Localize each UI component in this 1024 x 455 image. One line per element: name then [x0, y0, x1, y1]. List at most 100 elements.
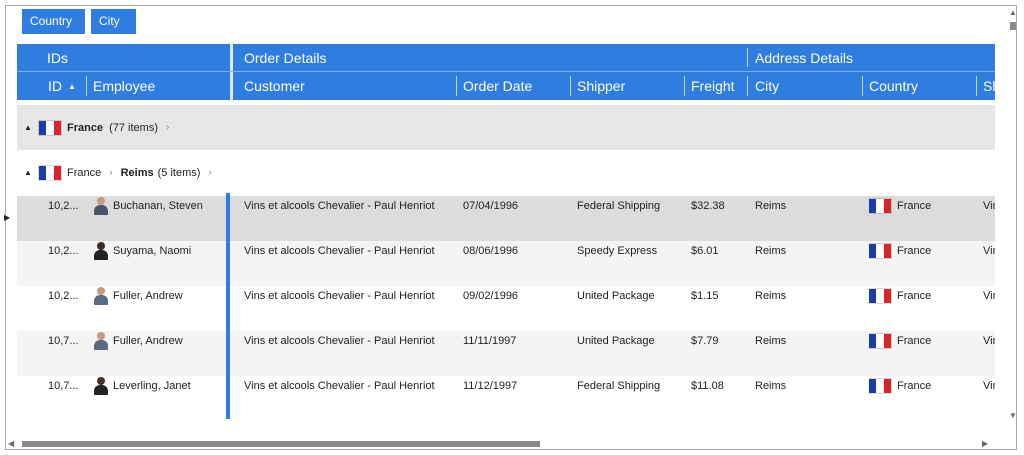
- cell-id: 10,7...: [48, 335, 79, 347]
- chevron-right-icon: ›: [109, 167, 113, 178]
- collapse-caret-icon[interactable]: ▲: [17, 123, 39, 132]
- column-separator[interactable]: [684, 76, 685, 96]
- chevron-right-icon[interactable]: ›: [208, 167, 211, 178]
- country-name: France: [897, 245, 932, 257]
- cell-customer: Vins et alcools Chevalier - Paul Henriot: [244, 380, 435, 392]
- cell-country: France: [869, 196, 974, 216]
- table-row[interactable]: 10,2... Suyama, Naomi Vins et alcools Ch…: [17, 241, 995, 286]
- person-avatar-icon: [93, 197, 109, 215]
- cell-employee: Buchanan, Steven: [93, 196, 228, 216]
- cell-ship: Vin: [983, 380, 995, 392]
- cell-freight: $11.08: [691, 380, 724, 392]
- france-flag-icon: [869, 334, 891, 348]
- triangle-right-icon: ▶: [4, 213, 11, 222]
- cell-employee: Leverling, Janet: [93, 376, 228, 396]
- column-separator[interactable]: [86, 76, 87, 96]
- scroll-up-icon[interactable]: ▲: [1009, 8, 1017, 17]
- cell-ship: Vin: [983, 200, 995, 212]
- cell-country: France: [869, 331, 974, 351]
- column-header-ship[interactable]: Sh: [983, 72, 1000, 100]
- column-header-country[interactable]: Country: [869, 72, 918, 100]
- country-name: France: [897, 380, 932, 392]
- country-name: France: [897, 335, 932, 347]
- column-separator[interactable]: [862, 76, 863, 96]
- employee-name: Fuller, Andrew: [113, 335, 183, 347]
- cell-order-date: 11/11/1997: [463, 335, 517, 347]
- cell-country: France: [869, 286, 974, 306]
- cell-city: Reims: [755, 290, 787, 302]
- cell-freight: $7.79: [691, 335, 719, 347]
- band-order-details[interactable]: Order Details: [244, 44, 326, 71]
- cell-id: 10,2...: [48, 200, 79, 212]
- cell-ship: Vin: [983, 245, 995, 257]
- table-row[interactable]: 10,2... Fuller, Andrew Vins et alcools C…: [17, 286, 995, 331]
- vertical-scrollbar[interactable]: ▲ ▼: [1008, 8, 1018, 420]
- column-header-shipper[interactable]: Shipper: [577, 72, 625, 100]
- header-columns: ID ▲ Employee Customer Order Date Shippe…: [17, 72, 1000, 100]
- france-flag-icon: [869, 379, 891, 393]
- column-id-label: ID: [48, 78, 62, 94]
- column-header-id[interactable]: ID ▲: [48, 72, 76, 100]
- cell-customer: Vins et alcools Chevalier - Paul Henriot: [244, 290, 435, 302]
- column-separator[interactable]: [456, 76, 457, 96]
- band-address-details[interactable]: Address Details: [755, 44, 853, 71]
- person-avatar-icon: [93, 377, 109, 395]
- header-band-groups: IDs Order Details Address Details: [17, 44, 995, 71]
- cell-id: 10,7...: [48, 380, 79, 392]
- vertical-scroll-thumb[interactable]: [1010, 22, 1016, 30]
- cell-employee: Fuller, Andrew: [93, 331, 228, 351]
- cell-id: 10,2...: [48, 290, 79, 302]
- employee-name: Fuller, Andrew: [113, 290, 183, 302]
- column-header-order-date[interactable]: Order Date: [463, 72, 532, 100]
- group-chip-country[interactable]: Country: [22, 9, 85, 34]
- sort-ascending-icon: ▲: [68, 81, 76, 91]
- group-name: France: [67, 121, 104, 134]
- france-flag-icon: [39, 120, 61, 135]
- column-separator[interactable]: [570, 76, 571, 96]
- cell-shipper: Speedy Express: [577, 245, 658, 257]
- france-flag-icon: [869, 289, 891, 303]
- frozen-separator[interactable]: [230, 72, 233, 100]
- column-header-customer[interactable]: Customer: [244, 72, 305, 100]
- employee-name: Suyama, Naomi: [113, 245, 192, 257]
- cell-city: Reims: [755, 200, 787, 212]
- table-row[interactable]: 10,2... Buchanan, Steven Vins et alcools…: [17, 196, 995, 241]
- horizontal-scrollbar[interactable]: ◀ ▶: [8, 439, 988, 449]
- frozen-column-splitter[interactable]: [226, 193, 230, 419]
- collapse-caret-icon[interactable]: ▲: [17, 168, 39, 177]
- column-header-city[interactable]: City: [755, 72, 779, 100]
- cell-city: Reims: [755, 245, 787, 257]
- cell-shipper: Federal Shipping: [577, 200, 661, 212]
- cell-order-date: 09/02/1996: [463, 290, 519, 302]
- column-separator[interactable]: [976, 76, 977, 96]
- person-avatar-icon: [93, 287, 109, 305]
- frozen-separator[interactable]: [230, 44, 233, 71]
- cell-id: 10,2...: [48, 245, 79, 257]
- france-flag-icon: [39, 165, 61, 180]
- cell-ship: Vin: [983, 335, 995, 347]
- horizontal-scroll-thumb[interactable]: [22, 441, 540, 447]
- cell-city: Reims: [755, 335, 787, 347]
- table-row[interactable]: 10,7... Fuller, Andrew Vins et alcools C…: [17, 331, 995, 376]
- cell-shipper: Federal Shipping: [577, 380, 661, 392]
- employee-name: Buchanan, Steven: [113, 200, 203, 212]
- cell-country: France: [869, 376, 974, 396]
- cell-freight: $32.38: [691, 200, 725, 212]
- column-header-freight[interactable]: Freight: [691, 72, 735, 100]
- band-ids[interactable]: IDs: [47, 44, 68, 71]
- scroll-right-icon[interactable]: ▶: [982, 439, 988, 448]
- table-row[interactable]: 10,7... Leverling, Janet Vins et alcools…: [17, 376, 995, 421]
- group-chip-city[interactable]: City: [91, 9, 136, 34]
- cell-order-date: 07/04/1996: [463, 200, 519, 212]
- chevron-right-icon[interactable]: ›: [166, 122, 169, 133]
- group-name: Reims: [120, 166, 154, 179]
- group-row-country[interactable]: ▲ France (77 items) ›: [17, 105, 995, 150]
- column-separator[interactable]: [747, 76, 748, 96]
- group-row-city[interactable]: ▲ France › Reims (5 items) ›: [17, 150, 995, 195]
- cell-order-date: 11/12/1997: [463, 380, 518, 392]
- column-header-employee[interactable]: Employee: [93, 72, 155, 100]
- scroll-left-icon[interactable]: ◀: [8, 439, 14, 448]
- scroll-down-icon[interactable]: ▼: [1009, 411, 1017, 420]
- cell-employee: Fuller, Andrew: [93, 286, 228, 306]
- france-flag-icon: [869, 199, 891, 213]
